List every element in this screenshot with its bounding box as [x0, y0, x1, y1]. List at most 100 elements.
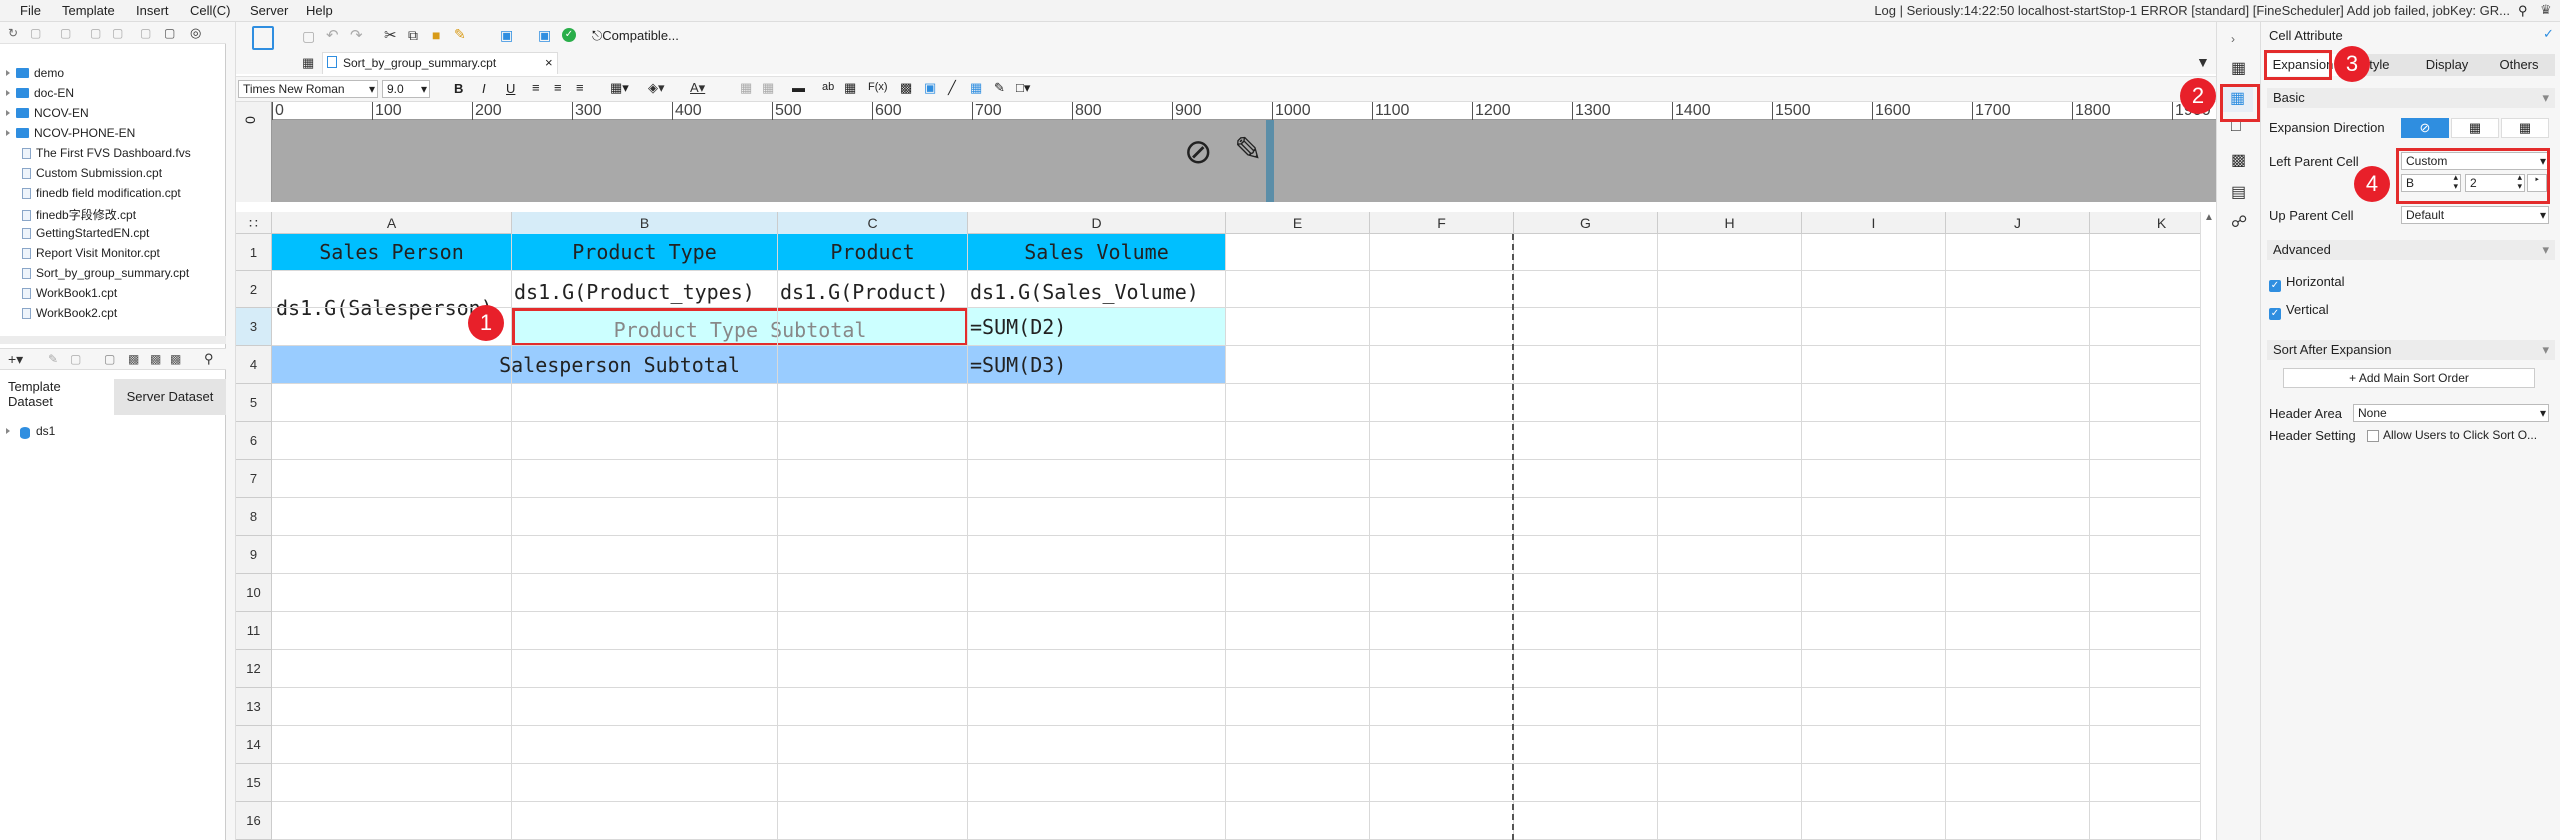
doc-tab[interactable]: Sort_by_group_summary.cpt × [322, 52, 558, 74]
italic-icon[interactable]: I [482, 81, 486, 96]
tree-file[interactable]: Sort_by_group_summary.cpt [0, 266, 189, 286]
check-icon[interactable]: ✓ [562, 28, 576, 42]
direction-vertical-button[interactable]: ▦ [2451, 118, 2499, 138]
slash-icon[interactable]: ╱ [948, 80, 956, 96]
merge-icon[interactable]: ▦ [740, 80, 752, 96]
row-header-5[interactable]: 5 [236, 384, 272, 422]
tab-others[interactable]: Others [2483, 54, 2555, 76]
row-header-14[interactable]: 14 [236, 726, 272, 764]
cell-a4[interactable]: Salesperson Subtotal [272, 346, 968, 384]
clear-icon[interactable]: ✎ [994, 80, 1005, 96]
search-dataset-icon[interactable]: ⚲ [204, 351, 214, 367]
row-header-13[interactable]: 13 [236, 688, 272, 726]
row-header-6[interactable]: 6 [236, 422, 272, 460]
cell-c2[interactable]: ds1.G(Product) [778, 271, 968, 308]
search-icon[interactable]: ⚲ [2518, 3, 2528, 19]
copy-icon[interactable]: ⧉ [408, 27, 418, 44]
split-icon[interactable]: ▦ [762, 80, 774, 96]
align-left-icon[interactable]: ≡ [532, 80, 540, 95]
direction-horizontal-button[interactable]: ▦ [2501, 118, 2549, 138]
cell-d4[interactable]: =SUM(D3) [968, 346, 1226, 384]
hyperlink-icon[interactable]: ☍ [2231, 212, 2247, 232]
chart-icon[interactable]: ▩ [900, 80, 912, 96]
border-icon[interactable]: ▦▾ [610, 80, 629, 96]
format-painter-icon[interactable]: ✎ [454, 26, 466, 43]
tab-menu-icon[interactable]: ▼ [2196, 54, 2210, 70]
expand-arrow-icon[interactable] [6, 70, 10, 76]
cell-d3[interactable]: =SUM(D2) [968, 308, 1226, 346]
condition-icon[interactable]: ▤ [2231, 182, 2246, 202]
formula-icon[interactable]: F(x) [868, 81, 888, 93]
tree-folder[interactable]: doc-EN [0, 86, 74, 106]
column-header-a[interactable]: A [272, 212, 512, 234]
tree-file[interactable]: The First FVS Dashboard.fvs [0, 146, 191, 166]
cell-c1[interactable]: Product [778, 234, 968, 271]
expand-arrow-icon[interactable] [6, 130, 10, 136]
menu-help[interactable]: Help [306, 3, 333, 18]
vertical-scrollbar[interactable]: ▲ [2200, 212, 2216, 840]
tab-display[interactable]: Display [2411, 54, 2483, 76]
cell-b1[interactable]: Product Type [512, 234, 778, 271]
tree-scrollbar[interactable] [0, 336, 226, 344]
tree-folder[interactable]: demo [0, 66, 64, 86]
rename-icon[interactable]: ▢ [90, 26, 101, 40]
sub-report-icon[interactable]: ▦ [970, 80, 982, 96]
refresh-icon[interactable]: ↻ [8, 26, 18, 40]
cell-d1[interactable]: Sales Volume [968, 234, 1226, 271]
preview-icon[interactable]: ▣ [500, 27, 513, 44]
menu-insert[interactable]: Insert [136, 3, 169, 18]
preview-icon[interactable]: ▢ [104, 352, 115, 366]
pencil-icon[interactable]: ✎ [1234, 130, 1263, 170]
column-header-e[interactable]: E [1226, 212, 1370, 234]
scroll-up-icon[interactable]: ▲ [2204, 212, 2214, 223]
pin-icon[interactable]: ✓ [2543, 26, 2554, 42]
trash-icon[interactable]: ▢ [164, 26, 175, 40]
undo-icon[interactable]: ↶ [326, 26, 339, 44]
font-size-select[interactable]: 9.0 ▾ [382, 80, 430, 98]
text-icon[interactable]: ab [822, 81, 834, 93]
column-header-f[interactable]: F [1370, 212, 1514, 234]
close-tab-icon[interactable]: × [545, 55, 553, 70]
menu-server[interactable]: Server [250, 3, 288, 18]
dataset-item-ds1[interactable]: ds1 [0, 424, 55, 444]
row-header-4[interactable]: 4 [236, 346, 272, 384]
menu-template[interactable]: Template [62, 3, 115, 18]
widget-icon[interactable]: ▩ [2231, 150, 2246, 170]
tree-file[interactable]: finedb field modification.cpt [0, 186, 181, 206]
row-header-2[interactable]: 2 [236, 271, 272, 308]
font-family-select[interactable]: Times New Roman ▾ [238, 80, 378, 98]
expand-arrow-icon[interactable] [6, 428, 10, 434]
horizontal-checkbox[interactable]: ✓ Horizontal [2269, 274, 2345, 292]
tree-file[interactable]: WorkBook2.cpt [0, 306, 117, 326]
column-header-h[interactable]: H [1658, 212, 1802, 234]
grid-icon[interactable]: ▦ [302, 55, 314, 71]
add-main-sort-order-button[interactable]: + Add Main Sort Order [2283, 368, 2535, 388]
column-header-d[interactable]: D [968, 212, 1226, 234]
new-folder-icon[interactable]: ▢ [30, 26, 41, 40]
param-icon[interactable]: ▩ [170, 352, 181, 366]
cell-a1[interactable]: Sales Person [272, 234, 512, 271]
row-header-9[interactable]: 9 [236, 536, 272, 574]
fill-color-icon[interactable]: ◈▾ [648, 80, 665, 96]
dataset-icon[interactable]: ▩ [128, 352, 139, 366]
menu-file[interactable]: File [20, 3, 41, 18]
column-header-i[interactable]: I [1802, 212, 1946, 234]
tree-folder[interactable]: NCOV-EN [0, 106, 89, 126]
row-header-1[interactable]: 1 [236, 234, 272, 271]
table-insert-icon[interactable]: ▦ [844, 80, 856, 96]
tree-folder[interactable]: NCOV-PHONE-EN [0, 126, 135, 146]
bold-icon[interactable]: B [454, 81, 463, 96]
template-icon[interactable] [252, 26, 274, 50]
row-header-7[interactable]: 7 [236, 460, 272, 498]
edit-dataset-icon[interactable]: ✎ [48, 352, 58, 366]
tab-template-dataset[interactable]: Template Dataset [8, 379, 108, 415]
column-header-j[interactable]: J [1946, 212, 2090, 234]
row-header-15[interactable]: 15 [236, 764, 272, 802]
up-parent-select[interactable]: Default ▾ [2401, 206, 2549, 224]
table-icon[interactable]: ▩ [150, 352, 161, 366]
section-sort-after-expansion[interactable]: Sort After Expansion ▾ [2267, 340, 2555, 360]
cell-border-icon[interactable]: □▾ [1016, 80, 1030, 96]
tree-file[interactable]: Custom Submission.cpt [0, 166, 162, 186]
column-header-b[interactable]: B [512, 212, 778, 234]
redo-icon[interactable]: ↷ [350, 26, 363, 44]
